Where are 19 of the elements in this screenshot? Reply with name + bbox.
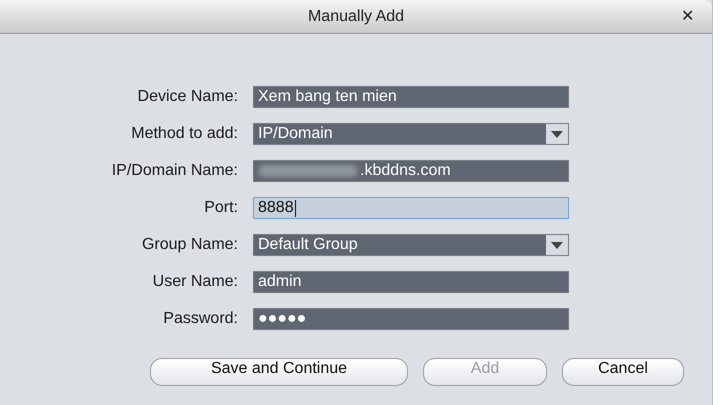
close-button[interactable]: ✕: [677, 6, 698, 26]
field-label: Password:: [163, 310, 238, 328]
dropdown-field[interactable]: IP/Domain: [253, 123, 569, 145]
field-label: Device Name:: [138, 88, 238, 106]
text-cursor: [294, 200, 296, 216]
window-title: Manually Add: [308, 8, 404, 26]
input-field[interactable]: .kbddns.com: [253, 160, 569, 182]
field-label: Method to add:: [131, 125, 238, 143]
input-field[interactable]: Xem bang ten mien: [253, 86, 569, 108]
dropdown-field[interactable]: Default Group: [253, 234, 569, 256]
input-field[interactable]: admin: [253, 271, 569, 293]
dialog-button[interactable]: Save and Continue: [150, 358, 408, 386]
field-label: IP/Domain Name:: [112, 162, 238, 180]
field-label: Port:: [204, 199, 238, 217]
input-field[interactable]: ●●●●●: [253, 308, 569, 330]
field-label: Group Name:: [142, 236, 238, 254]
input-field[interactable]: 8888: [253, 197, 569, 219]
dialog-button[interactable]: Cancel: [562, 358, 684, 386]
field-label: User Name:: [152, 273, 238, 291]
